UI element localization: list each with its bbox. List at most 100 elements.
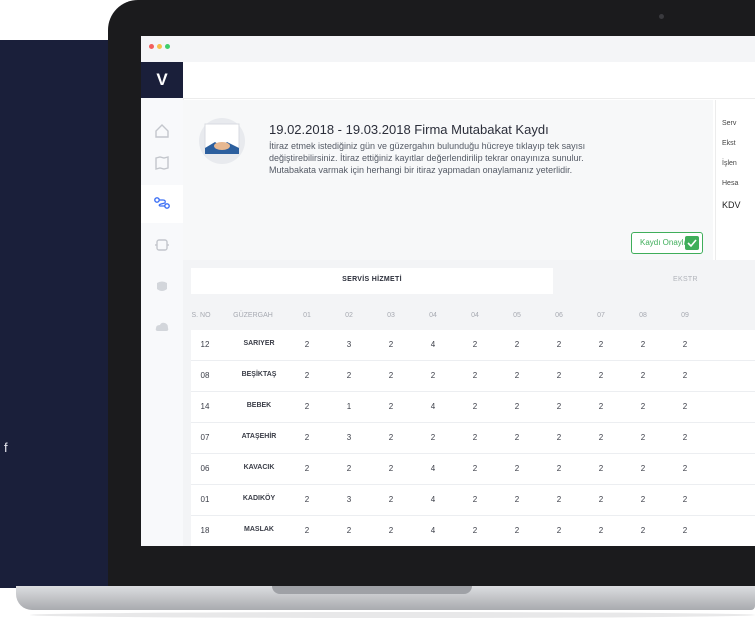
trip-count-cell[interactable]: 2 bbox=[379, 495, 403, 504]
trip-count-cell[interactable]: 2 bbox=[337, 371, 361, 380]
trip-count-cell[interactable]: 3 bbox=[337, 495, 361, 504]
map-icon[interactable] bbox=[153, 154, 171, 172]
trip-count-cell[interactable]: 2 bbox=[631, 526, 655, 535]
trip-count-cell[interactable]: 2 bbox=[673, 526, 697, 535]
trip-count-cell[interactable]: 2 bbox=[505, 495, 529, 504]
trip-count-cell[interactable]: 2 bbox=[547, 526, 571, 535]
trip-count-cell[interactable]: 2 bbox=[631, 340, 655, 349]
trip-count-cell[interactable]: 2 bbox=[589, 526, 613, 535]
column-header: 07 bbox=[597, 312, 605, 319]
trip-count-cell[interactable]: 2 bbox=[421, 433, 445, 442]
trip-count-cell[interactable]: 2 bbox=[463, 433, 487, 442]
trip-count-cell[interactable]: 2 bbox=[337, 526, 361, 535]
trip-count-cell[interactable]: 2 bbox=[463, 495, 487, 504]
trip-count-cell[interactable]: 2 bbox=[673, 340, 697, 349]
trip-count-cell[interactable]: 2 bbox=[589, 495, 613, 504]
minimize-dot-icon[interactable] bbox=[157, 44, 162, 49]
trip-count-cell[interactable]: 2 bbox=[589, 340, 613, 349]
tab-label: SERVİS HİZMETİ bbox=[342, 276, 402, 283]
trip-count-cell[interactable]: 3 bbox=[337, 340, 361, 349]
trip-count-cell[interactable]: 2 bbox=[505, 371, 529, 380]
trip-count-cell[interactable]: 2 bbox=[631, 371, 655, 380]
approve-record-label: Kaydı Onayla bbox=[640, 238, 689, 247]
trip-count-cell[interactable]: 1 bbox=[337, 402, 361, 411]
trip-count-cell[interactable]: 2 bbox=[463, 371, 487, 380]
trip-count-cell[interactable]: 2 bbox=[295, 402, 319, 411]
trip-count-cell[interactable]: 2 bbox=[463, 340, 487, 349]
tab-servis-hizmeti[interactable]: SERVİS HİZMETİ bbox=[191, 268, 553, 294]
trip-count-cell[interactable]: 2 bbox=[547, 495, 571, 504]
trip-count-cell[interactable]: 4 bbox=[421, 464, 445, 473]
trip-count-cell[interactable]: 2 bbox=[295, 433, 319, 442]
trip-count-cell[interactable]: 3 bbox=[337, 433, 361, 442]
tab-ekstra[interactable]: EKSTR bbox=[673, 276, 698, 283]
trip-count-cell[interactable]: 4 bbox=[421, 526, 445, 535]
trip-count-cell[interactable]: 2 bbox=[673, 402, 697, 411]
trip-count-cell[interactable]: 2 bbox=[463, 526, 487, 535]
row-number: 08 bbox=[200, 371, 210, 380]
description-line-1: İtiraz etmek istediğiniz gün ve güzergah… bbox=[269, 141, 586, 151]
trip-count-cell[interactable]: 2 bbox=[589, 433, 613, 442]
bus-icon[interactable] bbox=[153, 236, 171, 254]
trip-count-cell[interactable]: 2 bbox=[505, 464, 529, 473]
route-icon[interactable] bbox=[153, 194, 171, 212]
trip-count-cell[interactable]: 2 bbox=[421, 371, 445, 380]
trip-count-cell[interactable]: 2 bbox=[673, 433, 697, 442]
trip-count-cell[interactable]: 4 bbox=[421, 402, 445, 411]
table-row: 06 KAVACIK 2 2 2 4 2 2 2 2 2 2 bbox=[191, 454, 755, 485]
trip-count-cell[interactable]: 2 bbox=[589, 371, 613, 380]
trip-count-cell[interactable]: 2 bbox=[547, 433, 571, 442]
logo[interactable]: V bbox=[141, 62, 183, 98]
route-name: KAVACIK bbox=[243, 464, 275, 471]
trip-count-cell[interactable]: 2 bbox=[631, 464, 655, 473]
trip-count-cell[interactable]: 2 bbox=[295, 340, 319, 349]
trip-count-cell[interactable]: 2 bbox=[547, 402, 571, 411]
trip-count-cell[interactable]: 2 bbox=[631, 402, 655, 411]
trip-count-cell[interactable]: 2 bbox=[505, 402, 529, 411]
cloud-icon[interactable] bbox=[153, 318, 171, 336]
table-row: 12 SARIYER 2 3 2 4 2 2 2 2 2 2 bbox=[191, 330, 755, 361]
background-text: f bbox=[4, 440, 8, 455]
trip-count-cell[interactable]: 2 bbox=[505, 433, 529, 442]
trip-count-cell[interactable]: 2 bbox=[295, 495, 319, 504]
trip-count-cell[interactable]: 2 bbox=[295, 464, 319, 473]
trip-count-cell[interactable]: 2 bbox=[505, 340, 529, 349]
badge-icon[interactable] bbox=[153, 278, 171, 296]
column-header: 01 bbox=[303, 312, 311, 319]
trip-count-cell[interactable]: 2 bbox=[631, 495, 655, 504]
trip-count-cell[interactable]: 2 bbox=[673, 464, 697, 473]
trip-count-cell[interactable]: 2 bbox=[379, 433, 403, 442]
summary-row: İşlen bbox=[722, 160, 737, 167]
laptop-shadow bbox=[30, 612, 755, 618]
trip-count-cell[interactable]: 2 bbox=[295, 526, 319, 535]
trip-count-cell[interactable]: 2 bbox=[547, 340, 571, 349]
trip-count-cell[interactable]: 2 bbox=[673, 371, 697, 380]
trip-count-cell[interactable]: 2 bbox=[463, 402, 487, 411]
trip-count-cell[interactable]: 2 bbox=[589, 402, 613, 411]
maximize-dot-icon[interactable] bbox=[165, 44, 170, 49]
trip-count-cell[interactable]: 2 bbox=[379, 340, 403, 349]
approve-record-button[interactable]: Kaydı Onayla bbox=[631, 232, 703, 254]
close-dot-icon[interactable] bbox=[149, 44, 154, 49]
trip-count-cell[interactable]: 2 bbox=[295, 371, 319, 380]
trip-count-cell[interactable]: 2 bbox=[379, 464, 403, 473]
trip-count-cell[interactable]: 2 bbox=[631, 433, 655, 442]
trip-count-cell[interactable]: 2 bbox=[379, 402, 403, 411]
trip-count-cell[interactable]: 2 bbox=[673, 495, 697, 504]
trip-count-cell[interactable]: 4 bbox=[421, 495, 445, 504]
home-icon[interactable] bbox=[153, 122, 171, 140]
camera-icon bbox=[659, 14, 664, 19]
trip-count-cell[interactable]: 4 bbox=[421, 340, 445, 349]
trip-count-cell[interactable]: 2 bbox=[547, 371, 571, 380]
trip-count-cell[interactable]: 2 bbox=[463, 464, 487, 473]
top-bar bbox=[183, 62, 755, 99]
laptop-notch bbox=[272, 586, 472, 594]
trip-count-cell[interactable]: 2 bbox=[379, 371, 403, 380]
summary-row: Serv bbox=[722, 120, 737, 127]
trip-count-cell[interactable]: 2 bbox=[547, 464, 571, 473]
trip-count-cell[interactable]: 2 bbox=[379, 526, 403, 535]
trip-count-cell[interactable]: 2 bbox=[337, 464, 361, 473]
route-name: ATAŞEHİR bbox=[241, 433, 277, 440]
trip-count-cell[interactable]: 2 bbox=[505, 526, 529, 535]
trip-count-cell[interactable]: 2 bbox=[589, 464, 613, 473]
